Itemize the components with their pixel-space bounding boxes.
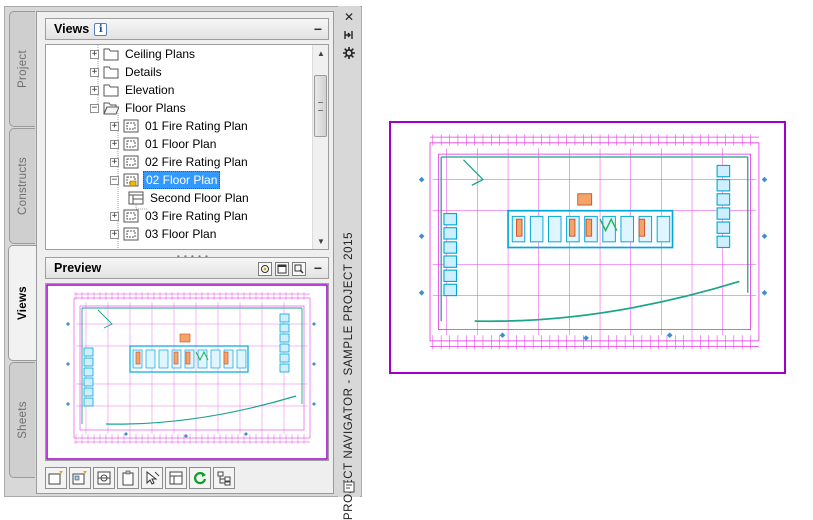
refresh-icon[interactable] [189,467,211,489]
folder-icon [103,65,119,79]
tree-item[interactable]: Second Floor Plan [128,189,251,207]
tree-item-label: Ceiling Plans [125,47,196,61]
views-tree[interactable]: + Ceiling Plans + Details + Elevation − Floor P… [45,44,329,250]
preview-pane [45,283,329,461]
expand-icon[interactable]: + [110,229,119,239]
tree-item[interactable]: − 02 Floor Plan [110,171,221,189]
palette-title-bar[interactable]: ✕ PROJECT NAVIGATOR - SAMPLE PROJECT 201… [338,6,360,520]
tab-project[interactable]: Project [9,11,35,127]
locked-view-drawing-icon [123,173,139,187]
preview-window-icon[interactable] [275,262,289,276]
zoom-preview-icon[interactable] [292,262,306,276]
scroll-thumb[interactable] [314,75,327,137]
expand-icon[interactable]: + [110,157,119,167]
view-drawing-icon [123,209,139,223]
tree-item-label: 01 Floor Plan [145,137,217,151]
tab-views[interactable]: Views [8,245,36,361]
view-drawing-icon [123,155,139,169]
tree-item-label: 03 Floor Plan [145,227,217,241]
view-drawing-icon [123,119,139,133]
floor-plan-preview [46,284,328,460]
tab-constructs[interactable]: Constructs [9,128,35,244]
tab-sheets[interactable]: Sheets [9,362,35,478]
tab-views-label: Views [16,286,29,320]
tree-item[interactable]: +01 Floor Plan [110,135,218,153]
scroll-down-icon[interactable]: ▼ [313,233,328,249]
preview-section-title: Preview [54,261,102,275]
views-section-header[interactable]: Views i − [45,18,329,40]
tab-sheets-label: Sheets [16,401,29,439]
tree-item[interactable]: +03 Floor Plan [110,225,218,243]
tree-scrollbar[interactable]: ▲ ▼ [312,45,328,249]
tree-item-label: 03 Fire Rating Plan [145,209,248,223]
properties-icon[interactable] [342,46,356,60]
tree-item[interactable]: +02 Fire Rating Plan [110,153,250,171]
tree-item-label: Floor Plans [125,101,186,115]
expand-icon[interactable]: + [90,67,99,77]
tree-item-label: Elevation [125,83,175,97]
view-properties-icon[interactable] [165,467,187,489]
scroll-up-icon[interactable]: ▲ [313,45,328,61]
add-section-view-icon[interactable] [93,467,115,489]
folder-icon [103,83,119,97]
expand-icon[interactable]: + [110,121,119,131]
tree-item-label: Second Floor Plan [150,191,249,205]
folder-icon [103,47,119,61]
view-drawing-icon [123,227,139,241]
select-cursor-icon[interactable] [141,467,163,489]
tree-item[interactable]: +01 Fire Rating Plan [110,117,250,135]
floor-plan-drawing [418,134,768,350]
preview-section-header[interactable]: Preview − [45,257,329,279]
tree-item-label: 02 Floor Plan [143,171,221,189]
preview-tools [258,262,306,276]
info-icon[interactable]: i [94,22,108,36]
collapse-icon[interactable]: − [90,103,99,113]
add-view-icon[interactable] [45,467,67,489]
views-tab-panel: Views i − + Ceiling Plans + Details + Elevati… [36,11,334,494]
views-toolbar [45,467,235,491]
drawing-viewport[interactable] [389,121,786,374]
expand-icon[interactable]: + [110,211,119,221]
tree-item-label: 01 Fire Rating Plan [145,119,248,133]
auto-hide-icon[interactable] [342,28,356,42]
views-section-title: Views [54,22,90,36]
expand-icon[interactable]: + [90,49,99,59]
palette-menu-icon[interactable] [342,480,356,494]
views-collapse-button[interactable]: − [314,21,322,37]
tree-item-label: Details [125,65,162,79]
clipboard-icon[interactable] [117,467,139,489]
tree-item-label: 02 Fire Rating Plan [145,155,248,169]
preview-toggle-icon[interactable] [258,262,272,276]
tree-item[interactable]: + Elevation [90,81,176,99]
tree-item[interactable]: + Ceiling Plans [90,45,197,63]
view-drawing-icon [123,137,139,151]
preview-collapse-button[interactable]: − [314,260,322,276]
collapse-icon[interactable]: − [110,175,119,185]
expand-icon[interactable]: + [110,139,119,149]
tree-item[interactable]: + Details [90,63,164,81]
project-navigator-palette: Project Constructs Views Sheets Views i … [4,6,362,497]
repath-project-icon[interactable] [213,467,235,489]
add-detail-view-icon[interactable] [69,467,91,489]
close-icon[interactable]: ✕ [342,10,356,24]
palette-title: PROJECT NAVIGATOR - SAMPLE PROJECT 2015 [343,231,355,520]
tree-item[interactable]: − Floor Plans [90,99,188,117]
tree-item[interactable]: +03 Fire Rating Plan [110,207,250,225]
tab-project-label: Project [16,50,29,88]
expand-icon[interactable]: + [90,85,99,95]
model-space-view-icon [128,191,144,205]
tab-constructs-label: Constructs [16,157,29,215]
open-folder-icon [103,101,120,115]
